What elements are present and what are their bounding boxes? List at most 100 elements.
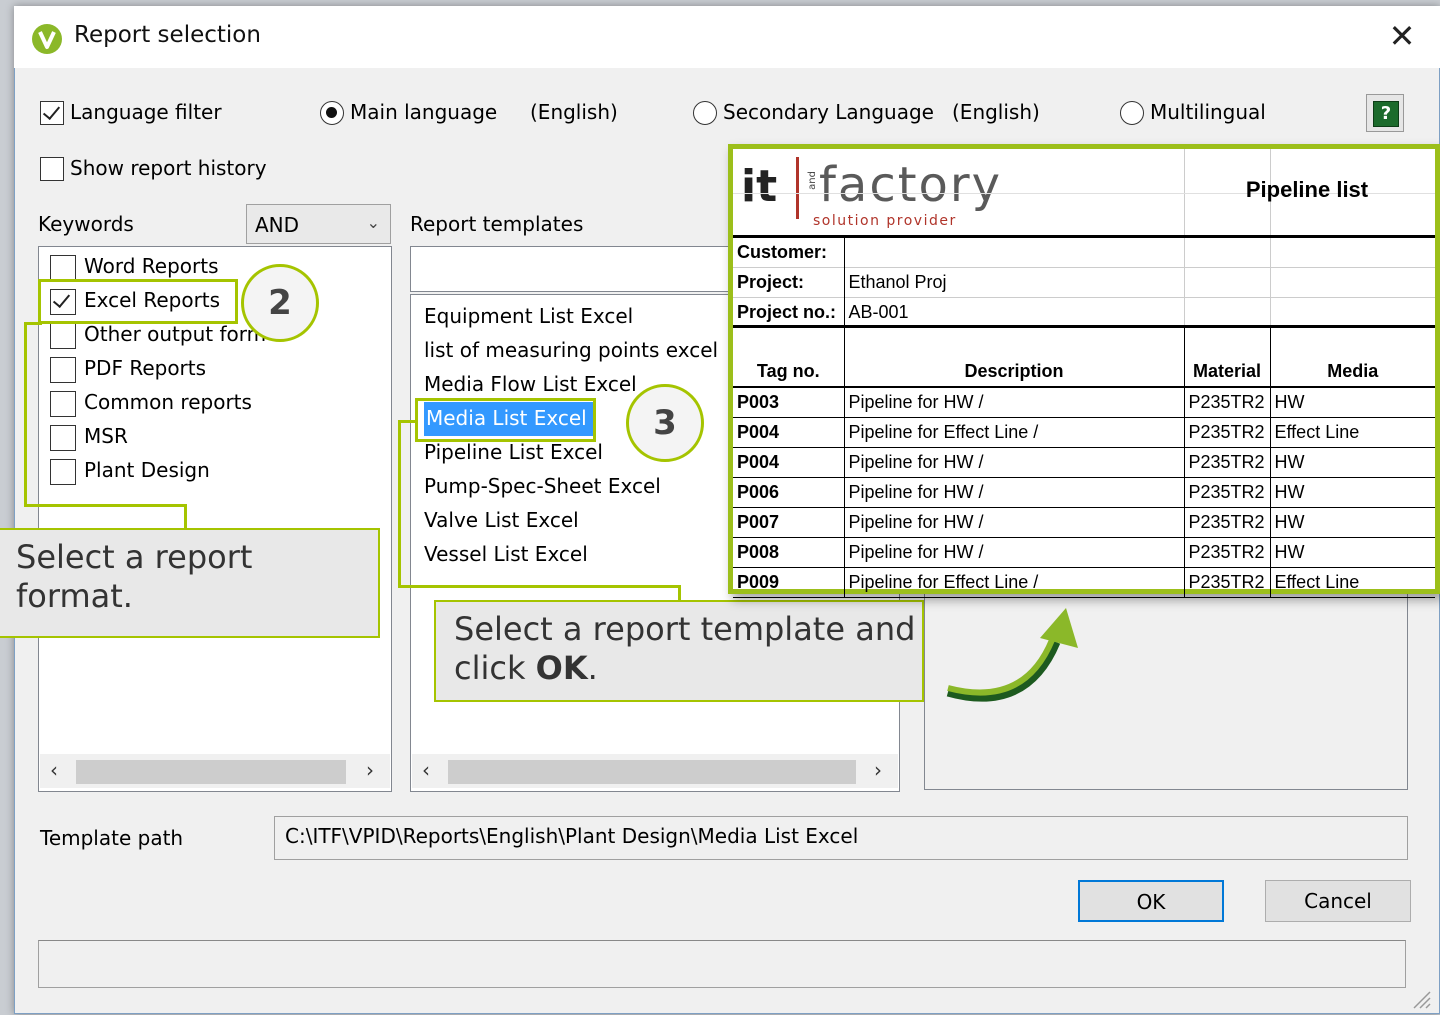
project-no-value: AB-001	[844, 297, 1185, 327]
template-item[interactable]: Equipment List Excel	[424, 304, 633, 336]
chevron-down-icon: ⌄	[366, 213, 380, 232]
table-cell: P007	[733, 507, 845, 538]
project-label: Project:	[733, 267, 845, 298]
table-cell: HW	[1270, 507, 1435, 538]
keyword-checkbox[interactable]	[50, 323, 76, 349]
table-cell: P006	[733, 477, 845, 508]
keywords-label: Keywords	[38, 212, 134, 236]
table-cell: HW	[1270, 477, 1435, 508]
keyword-item-pdf-reports[interactable]: PDF Reports	[50, 354, 350, 384]
table-cell: Pipeline for HW /	[844, 387, 1185, 418]
table-cell: P235TR2	[1184, 507, 1271, 538]
preview-data-table: Tag no. Description Material Media P003 P…	[733, 328, 1435, 598]
connector-line	[398, 585, 680, 588]
ok-button[interactable]: OK	[1078, 880, 1224, 922]
template-path-field[interactable]: C:\ITF\VPID\Reports\English\Plant Design…	[274, 816, 1408, 860]
multilingual-radio[interactable]	[1120, 101, 1144, 125]
close-icon[interactable]: ✕	[1384, 18, 1420, 54]
table-cell: Pipeline for HW /	[844, 447, 1185, 478]
table-cell: Pipeline for Effect Line /	[844, 417, 1185, 448]
scroll-thumb[interactable]	[448, 760, 856, 784]
column-header: Description	[844, 357, 1185, 388]
table-cell: P235TR2	[1184, 477, 1271, 508]
project-no-label: Project no.:	[733, 297, 845, 327]
table-cell: Pipeline for Effect Line /	[844, 567, 1185, 598]
keyword-item-msr[interactable]: MSR	[50, 422, 350, 452]
table-cell: P004	[733, 417, 845, 448]
app-logo-icon	[32, 24, 62, 54]
keyword-operator-dropdown[interactable]: AND ⌄	[246, 204, 391, 244]
column-header: Material	[1184, 357, 1271, 388]
preview-rows: P003 Pipeline for HW / P235TR2 HW P004 Pipeli…	[733, 387, 1435, 598]
secondary-language-label: Secondary Language	[723, 100, 934, 124]
keyword-checkbox[interactable]	[50, 255, 76, 281]
template-item[interactable]: Valve List Excel	[424, 508, 579, 540]
template-item[interactable]: list of measuring points excel	[424, 338, 718, 370]
table-cell: Pipeline for HW /	[844, 507, 1185, 538]
scroll-right-icon[interactable]: ›	[366, 758, 374, 782]
preview-header-table: Customer: Project: Ethanol Proj Project …	[733, 238, 1435, 327]
table-cell: Pipeline for HW /	[844, 477, 1185, 508]
multilingual-label: Multilingual	[1150, 100, 1266, 124]
scroll-left-icon[interactable]: ‹	[50, 758, 58, 782]
keyword-item-plant-design[interactable]: Plant Design	[50, 456, 350, 486]
show-history-checkbox[interactable]	[40, 157, 64, 181]
highlight-excel-reports	[38, 279, 238, 324]
table-cell: Effect Line	[1270, 567, 1435, 598]
connector-line	[398, 420, 418, 423]
cancel-button[interactable]: Cancel	[1265, 880, 1411, 922]
template-path-value: C:\ITF\VPID\Reports\English\Plant Design…	[285, 824, 859, 848]
language-filter-checkbox[interactable]	[40, 101, 64, 125]
callout-select-format: Select a report format.	[0, 528, 380, 638]
column-header: Media	[1270, 357, 1435, 388]
keyword-checkbox[interactable]	[50, 425, 76, 451]
table-cell: P235TR2	[1184, 387, 1271, 418]
main-language-radio[interactable]	[320, 101, 344, 125]
scroll-right-icon[interactable]: ›	[874, 758, 882, 782]
status-bar	[38, 940, 1406, 988]
templates-horizontal-scrollbar[interactable]: ‹ ›	[412, 754, 898, 788]
table-cell: HW	[1270, 537, 1435, 568]
template-search-input[interactable]	[410, 246, 730, 292]
table-cell: P235TR2	[1184, 447, 1271, 478]
keyword-checkbox[interactable]	[50, 391, 76, 417]
language-filter-label: Language filter	[70, 100, 222, 124]
highlight-media-list	[415, 398, 596, 442]
template-item[interactable]: Pipeline List Excel	[424, 440, 603, 472]
connector-line	[24, 322, 42, 325]
table-cell: HW	[1270, 447, 1435, 478]
template-item[interactable]: Pump-Spec-Sheet Excel	[424, 474, 661, 506]
keyword-item-common-reports[interactable]: Common reports	[50, 388, 350, 418]
step-badge-3: 3	[626, 384, 704, 462]
step-badge-2: 2	[241, 264, 319, 342]
scroll-left-icon[interactable]: ‹	[422, 758, 430, 782]
resize-grip-icon[interactable]	[1410, 988, 1432, 1010]
scroll-thumb[interactable]	[76, 760, 346, 784]
help-button[interactable]: ?	[1366, 94, 1404, 132]
customer-label: Customer:	[733, 238, 845, 268]
table-cell: P235TR2	[1184, 417, 1271, 448]
table-cell: P003	[733, 387, 845, 418]
curved-arrow-icon	[946, 608, 1078, 702]
secondary-language-radio[interactable]	[693, 101, 717, 125]
table-cell: P004	[733, 447, 845, 478]
customer-value	[844, 238, 1185, 268]
template-item[interactable]: Vessel List Excel	[424, 542, 588, 574]
table-row: P007 Pipeline for HW / P235TR2 HW	[733, 507, 1435, 538]
connector-line	[24, 504, 186, 507]
table-row: P006 Pipeline for HW / P235TR2 HW	[733, 477, 1435, 508]
keyword-checkbox[interactable]	[50, 357, 76, 383]
keyword-checkbox[interactable]	[50, 459, 76, 485]
keyword-item-other-output[interactable]: Other output form	[50, 320, 278, 350]
table-row: P008 Pipeline for HW / P235TR2 HW	[733, 537, 1435, 568]
connector-line	[398, 420, 401, 588]
table-cell: P235TR2	[1184, 567, 1271, 598]
table-cell: P008	[733, 537, 845, 568]
keyword-operator-value: AND	[255, 213, 300, 237]
table-cell: Effect Line	[1270, 417, 1435, 448]
keywords-horizontal-scrollbar[interactable]: ‹ ›	[40, 754, 390, 788]
project-value: Ethanol Proj	[844, 267, 1185, 298]
preview-title: Pipeline list	[1245, 177, 1369, 202]
table-cell: P009	[733, 567, 845, 598]
table-cell: HW	[1270, 387, 1435, 418]
